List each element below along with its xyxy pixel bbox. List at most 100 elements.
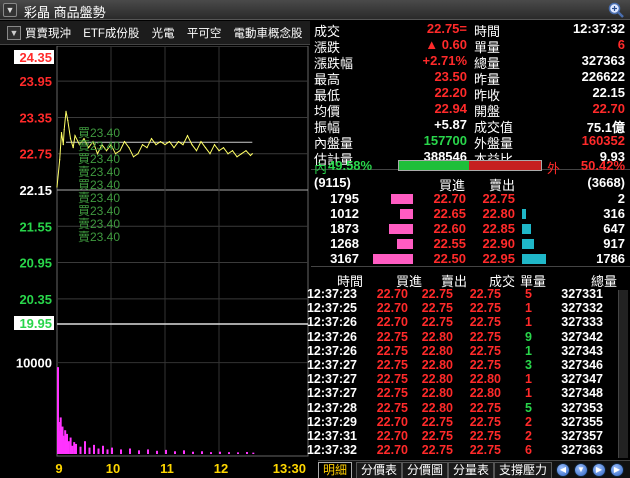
price-point — [251, 153, 253, 155]
tab-volume-table[interactable]: 分量表 — [448, 462, 495, 478]
price-tick-label: 23.35 — [19, 110, 52, 125]
category-item[interactable]: 買賣現沖 — [25, 28, 71, 40]
last-page-icon[interactable]: ▶ — [610, 463, 624, 477]
first-page-icon[interactable]: ◀ — [556, 463, 570, 477]
price-point — [182, 144, 184, 146]
tab-price-table[interactable]: 分價表 — [356, 462, 403, 478]
tab-support-resistance[interactable]: 支撐壓力 — [494, 462, 553, 478]
ticks-scrollbar[interactable] — [618, 290, 628, 458]
price-point — [65, 110, 67, 113]
price-tick-label: 21.55 — [19, 219, 52, 234]
intraday-chart[interactable]: 24.35 23.95 23.35 22.75 22.15 21.55 20.95 20.35… — [0, 46, 310, 478]
quote-label: 最低 — [314, 88, 341, 103]
volume-bar — [88, 447, 91, 454]
bid-volume-bar — [391, 194, 413, 204]
category-toolbar: ▼ 買賣現沖 ETF成份股 光電 平可空 電動車概念股 華 — [0, 21, 310, 45]
bid-ask-overlay-label: 買23.40 — [78, 152, 120, 166]
window-menu-button[interactable]: ▼ — [3, 3, 17, 17]
ask-volume: 917 — [603, 236, 625, 251]
tick-row: 12:37:26 22.75 22.80 22.75 1 327343 — [307, 344, 616, 358]
ask-volume: 316 — [603, 206, 625, 221]
price-point — [227, 153, 229, 155]
bid-ask-overlay-label: 賣23.40 — [78, 190, 120, 205]
price-point — [128, 147, 130, 149]
price-point — [245, 150, 247, 152]
price-point — [231, 150, 234, 152]
window-title: 彩晶 商品盤勢 — [24, 5, 106, 20]
price-point — [222, 147, 225, 149]
chart-canvas[interactable]: 24.35 23.95 23.35 22.75 22.15 21.55 20.95 20.35… — [0, 46, 310, 478]
prev-page-icon[interactable]: ▼ — [574, 463, 588, 477]
volume-bar — [156, 450, 158, 454]
volume-bar — [246, 451, 248, 454]
quote-value: 327363 — [581, 53, 625, 68]
tick-row: 12:37:29 22.70 22.75 22.75 2 327355 — [307, 415, 616, 429]
price-point — [168, 141, 171, 143]
ask-volume: 1786 — [596, 251, 625, 266]
quote-label: 時間 — [474, 24, 501, 39]
toolbar-toggle-button[interactable]: ▼ — [7, 26, 21, 40]
price-point — [141, 144, 144, 146]
price-point — [204, 147, 207, 149]
category-item[interactable]: 光電 — [152, 28, 175, 40]
category-item[interactable]: ETF成份股 — [83, 28, 139, 40]
volume-bar — [219, 451, 221, 454]
quote-label: 外盤量 — [474, 136, 514, 151]
category-item[interactable]: 電動車概念股 — [234, 28, 303, 40]
volume-bar — [67, 441, 70, 454]
zoom-icon[interactable] — [608, 2, 624, 18]
category-item[interactable]: 平可空 — [187, 28, 222, 40]
bid-total: (9115) — [314, 175, 351, 190]
out-ratio-value: 50.42% — [580, 158, 625, 173]
volume-bar — [84, 441, 86, 454]
tick-row: 12:37:26 22.70 22.75 22.75 1 327333 — [307, 315, 616, 329]
quote-value: 22.75= — [426, 21, 467, 36]
volume-bar — [73, 442, 76, 454]
tab-detail[interactable]: 明細 — [318, 462, 353, 478]
bid-volume: 3167 — [330, 251, 359, 266]
volume-bar — [138, 450, 140, 454]
tick-row: 12:37:27 22.75 22.80 22.80 1 327348 — [307, 386, 616, 400]
quote-value: 22.70 — [592, 101, 625, 116]
tick-row: 12:37:27 22.75 22.80 22.80 1 327347 — [307, 372, 616, 386]
tick-row: 12:37:26 22.75 22.80 22.75 9 327342 — [307, 330, 616, 344]
quote-value: 22.15 — [592, 85, 625, 100]
ticks-column-header: 買進 — [395, 274, 422, 289]
category-list: 買賣現沖 ETF成份股 光電 平可空 電動車概念股 華 — [25, 25, 310, 41]
price-point — [123, 141, 126, 143]
volume-bar — [120, 449, 122, 454]
tick-row: 12:37:32 22.70 22.75 22.75 6 327363 — [307, 443, 616, 457]
ticks-column-header: 總量 — [590, 274, 617, 289]
quote-value: 12:37:32 — [572, 21, 625, 36]
price-point — [173, 147, 175, 149]
tick-row: 12:37:31 22.70 22.75 22.75 2 327357 — [307, 429, 616, 443]
quote-label: 內盤量 — [314, 136, 354, 151]
ask-volume: 647 — [603, 221, 625, 236]
volume-tick-label: 10000 — [16, 356, 52, 371]
quote-value: ▲ 0.60 — [425, 37, 467, 52]
quote-value: +5.87 — [434, 117, 467, 132]
bid-volume: 1012 — [330, 206, 359, 221]
tab-price-chart[interactable]: 分價圖 — [402, 462, 449, 478]
volume-bar — [71, 445, 74, 454]
bid-volume-bar — [397, 239, 413, 249]
title-bar: ▼ 彩晶 商品盤勢 — [0, 0, 630, 20]
bid-ask-overlay-label: 賣23.40 — [78, 216, 120, 231]
ticks-column-header: 單量 — [519, 274, 546, 289]
price-point — [63, 128, 65, 131]
bottom-tabs: 明細 分價表 分價圖 分量表 支撐壓力 ◀ ▼ ▶ ▶ — [318, 460, 630, 478]
next-page-icon[interactable]: ▶ — [592, 463, 606, 477]
ask-volume-bar — [522, 224, 531, 234]
price-point — [218, 150, 220, 152]
bid-price: 22.70 — [433, 191, 466, 206]
quote-label: 昨收 — [474, 88, 501, 103]
volume-bar — [106, 449, 109, 454]
bid-price: 22.60 — [433, 221, 466, 236]
price-tick-label: 20.95 — [19, 256, 52, 271]
price-point — [213, 144, 216, 146]
volume-bar — [111, 447, 113, 454]
volume-bar — [75, 443, 77, 454]
price-point — [72, 147, 74, 149]
price-tick-label: 22.15 — [19, 183, 52, 198]
bid-header: 買進 — [439, 178, 466, 193]
